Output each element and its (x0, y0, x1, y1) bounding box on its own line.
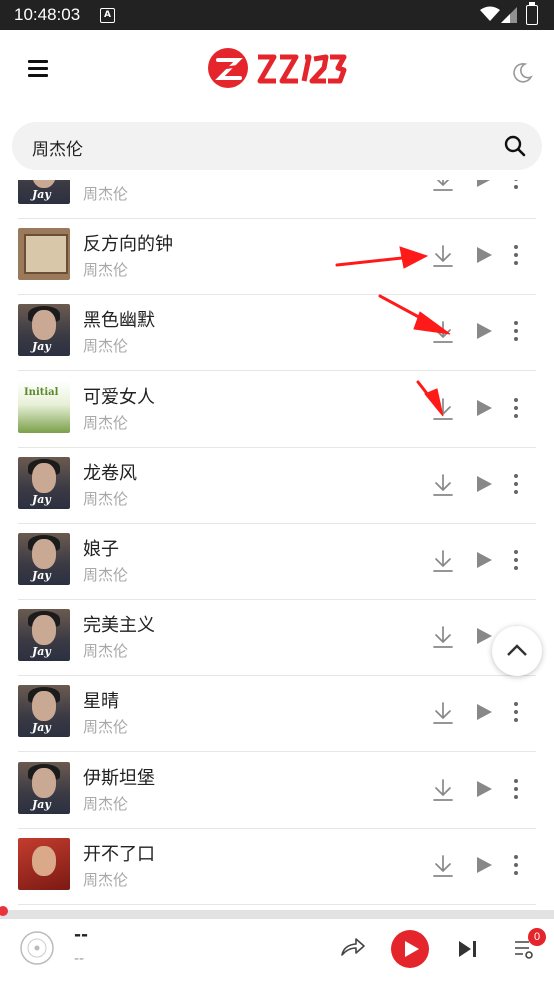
play-song-icon[interactable] (475, 703, 493, 721)
battery-icon (526, 2, 538, 25)
song-title: 伊斯坦堡 (83, 767, 155, 789)
status-time: 10:48:03 (14, 5, 81, 24)
song-row[interactable]: Jay 伊斯坦堡周杰伦 (18, 752, 536, 829)
album-cover: Initial (18, 380, 70, 433)
search-input[interactable] (30, 122, 494, 172)
song-artist: 周杰伦 (83, 794, 129, 813)
play-icon (405, 941, 419, 957)
more-options-icon[interactable] (513, 778, 519, 799)
status-bar: 10:48:03 A (0, 0, 554, 30)
download-icon[interactable] (432, 625, 454, 649)
download-icon[interactable] (432, 320, 454, 344)
song-row[interactable]: Jay 娘子周杰伦 (18, 523, 536, 600)
play-song-icon[interactable] (475, 780, 493, 798)
song-row[interactable]: 反方向的钟 周杰伦 (18, 218, 536, 296)
more-options-icon[interactable] (513, 473, 519, 494)
song-title: 开不了口 (83, 843, 155, 865)
song-row[interactable]: Jay 周杰伦 (18, 180, 536, 219)
share-icon[interactable] (340, 935, 366, 959)
play-song-icon[interactable] (475, 180, 493, 188)
player-title: -- (74, 925, 89, 945)
play-song-icon[interactable] (475, 627, 493, 645)
song-artist: 周杰伦 (83, 261, 129, 280)
download-icon[interactable] (432, 701, 454, 725)
download-icon[interactable] (432, 473, 454, 497)
disc-icon[interactable] (20, 931, 54, 965)
song-title: 完美主义 (83, 615, 155, 637)
play-song-icon[interactable] (475, 551, 493, 569)
song-row[interactable]: Jay 龙卷风周杰伦 (18, 447, 536, 524)
hamburger-icon (28, 60, 48, 63)
song-row[interactable]: Initial 可爱女人周杰伦 (18, 371, 536, 448)
album-cover (18, 228, 70, 281)
signal-icon (501, 7, 517, 23)
download-icon[interactable] (432, 397, 454, 421)
song-row[interactable]: Jay 星晴周杰伦 (18, 675, 536, 753)
more-options-icon[interactable] (513, 397, 519, 418)
more-options-icon[interactable] (513, 245, 519, 266)
download-icon[interactable] (432, 180, 454, 192)
chevron-up-icon (507, 644, 527, 656)
scroll-top-button[interactable] (492, 626, 542, 676)
song-artist: 周杰伦 (83, 718, 129, 737)
download-icon[interactable] (432, 244, 454, 268)
player-subtitle: -- (74, 951, 85, 967)
mini-player: -- -- 0 (0, 919, 554, 984)
more-options-icon[interactable] (513, 321, 519, 342)
song-artist: 周杰伦 (83, 870, 129, 889)
song-title: 可爱女人 (83, 386, 155, 408)
search-icon[interactable] (504, 135, 526, 157)
play-song-icon[interactable] (475, 399, 493, 417)
album-cover (18, 837, 70, 890)
queue-count-badge: 0 (528, 928, 546, 946)
menu-button[interactable] (28, 60, 50, 78)
download-icon[interactable] (432, 549, 454, 573)
song-artist: 周杰伦 (83, 413, 129, 432)
song-list: Jay 周杰伦 反方向的钟 周杰伦 Jay 黑色幽默 周杰伦 Initial 可爱女人 周杰伦 Ja… (0, 180, 554, 910)
song-artist: 周杰伦 (83, 185, 129, 203)
song-row[interactable]: 开不了口 周杰伦 (18, 828, 536, 905)
song-artist: 周杰伦 (83, 489, 129, 508)
album-cover: Jay (18, 304, 70, 357)
album-cover: Jay (18, 761, 70, 814)
play-song-icon[interactable] (475, 475, 493, 493)
album-cover: Jay (18, 609, 70, 662)
download-icon[interactable] (432, 854, 454, 878)
song-row[interactable]: Jay 完美主义周杰伦 (18, 599, 536, 677)
play-song-icon[interactable] (475, 856, 493, 874)
song-artist: 周杰伦 (83, 337, 129, 356)
song-title: 反方向的钟 (83, 234, 173, 256)
app-header (0, 30, 554, 112)
song-title: 娘子 (83, 539, 119, 560)
album-cover: Jay (18, 533, 70, 585)
song-artist: 周杰伦 (83, 566, 129, 584)
more-options-icon[interactable] (513, 180, 519, 189)
album-cover: Jay (18, 685, 70, 738)
search-bar (12, 122, 542, 172)
song-title: 黑色幽默 (83, 310, 155, 332)
play-song-icon[interactable] (475, 322, 493, 340)
next-track-icon[interactable] (457, 939, 479, 959)
more-options-icon[interactable] (513, 702, 519, 723)
song-title: 星晴 (83, 691, 119, 713)
moon-icon[interactable] (511, 62, 533, 84)
progress-bar[interactable] (0, 910, 554, 919)
song-artist: 周杰伦 (83, 642, 129, 661)
more-options-icon[interactable] (513, 854, 519, 875)
play-button[interactable] (391, 930, 429, 968)
download-icon[interactable] (432, 778, 454, 802)
album-cover: Jay (18, 180, 70, 204)
song-row[interactable]: Jay 黑色幽默周杰伦 (18, 294, 536, 372)
play-song-icon[interactable] (475, 246, 493, 264)
notification-icon: A (100, 8, 115, 23)
song-title: 龙卷风 (83, 462, 137, 484)
wifi-icon (480, 6, 500, 21)
album-cover: Jay (18, 456, 70, 509)
zz123-logo (208, 48, 347, 88)
more-options-icon[interactable] (513, 550, 519, 570)
